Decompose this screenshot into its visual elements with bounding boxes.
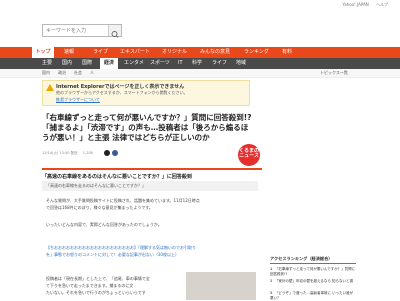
comment-count[interactable]: 1,208 <box>83 151 93 155</box>
top-bar: Yahoo! JAPAN ヘルプ <box>0 0 400 14</box>
header-links: Yahoo! JAPAN ヘルプ <box>336 2 388 8</box>
publish-date: 11/14(火) 13:40 配信 <box>42 151 78 155</box>
ie-notice-desc: 他のブラウザーからアクセスするか、スマートフォンから閲覧ください。 <box>56 90 188 95</box>
paragraph-2: で回答は168件にのぼり、様々な意見が集まったようです。 <box>46 205 153 210</box>
snav-item-local[interactable]: 地域 <box>236 58 246 69</box>
tnav-topics-link[interactable]: トピックス一覧 <box>320 70 348 76</box>
ie-notice-link[interactable]: 推奨ブラウザーについて <box>56 97 100 103</box>
tnav-item-1[interactable]: 国内 <box>42 70 50 76</box>
ranking-item[interactable]: 1 「右車線ずっと走って何が悪いんですか？」質問に回答殺到!? <box>270 267 356 277</box>
article-title: 「右車線ずっと走って何が悪いんですか？」質問に回答殺到!?「捕まるよ」「渋滞です… <box>42 113 252 142</box>
gnav-item-breaking[interactable]: 速報 <box>64 47 74 58</box>
paragraph-4: 投稿者は「現在長期」とした上で、「追尾、車の事情で全 <box>46 276 150 281</box>
gnav-item-expert[interactable]: エキスパート <box>120 47 150 58</box>
article-image[interactable] <box>186 272 256 300</box>
quote-box: 「高速の右車線を走るのはそんなに悪いことですか？」 <box>42 181 258 191</box>
snav-item-life[interactable]: ライフ <box>212 58 227 69</box>
paragraph-3: いったいどんな内容で、実際どんな回答があったのでしょうか。 <box>46 222 162 227</box>
gnav-item-ranking[interactable]: ランキング <box>244 47 269 58</box>
ie-notice: Internet Explorerではページを正しく表示できません 他のブラウザ… <box>42 80 250 106</box>
tnav-item-4[interactable]: 人 <box>90 70 94 76</box>
publisher-logo-text: くるまの ニュース <box>239 148 259 159</box>
publisher-logo[interactable]: くるまの ニュース <box>238 144 260 166</box>
paragraph-6: たいない。それを急いで行うのがちょっといらいらです <box>46 290 146 295</box>
ranking-item[interactable]: 2 「家計の壁」年収の壁を超えるなら 知らないと損 <box>270 279 356 284</box>
header-link-yahoo[interactable]: Yahoo! JAPAN <box>342 2 368 7</box>
snav-item-entertainment[interactable]: エンタメ <box>124 58 144 69</box>
gnav-item-original[interactable]: オリジナル <box>162 47 187 58</box>
search-box <box>42 24 122 38</box>
gnav-item-top[interactable]: トップ <box>32 47 54 58</box>
gnav-item-live[interactable]: ライブ <box>93 47 108 58</box>
snav-item-domestic[interactable]: 国内 <box>62 58 72 69</box>
gnav-item-paid[interactable]: 有料 <box>282 47 292 58</box>
snav-item-international[interactable]: 国際 <box>82 58 92 69</box>
section-heading: 「高速の右車線をあるのはそんなに悪いことですか？」に回答殺到 <box>42 168 262 180</box>
search-icon <box>111 31 119 38</box>
ranking-heading: アクセスランキング（経済総合） <box>270 256 356 264</box>
snav-item-sports[interactable]: スポーツ <box>150 58 170 69</box>
category-nav: 主要 国内 国際 経済 エンタメ スポーツ IT 科学 ライフ 地域 <box>0 58 400 69</box>
snav-item-it[interactable]: IT <box>178 58 183 69</box>
paragraph-5: て下りを急いで走ったまできます。捕まるのに文 <box>46 283 134 288</box>
snav-item-economy[interactable]: 経済 <box>100 58 118 69</box>
paragraph-1: そんな質問が、大手質問投稿サイトに投稿され、話題を集めています。11月12日時点 <box>46 198 200 203</box>
tnav-item-3[interactable]: 社会 <box>74 70 82 76</box>
global-nav: トップ 速報 ライブ エキスパート オリジナル みんなの意見 ランキング 有料 <box>0 47 400 58</box>
topic-nav: 国内 政治 社会 人 トピックス一覧 <box>0 69 400 78</box>
gnav-item-opinions[interactable]: みんなの意見 <box>200 47 230 58</box>
warning-icon <box>46 84 54 91</box>
x-share-icon[interactable] <box>104 150 110 156</box>
search-button[interactable] <box>108 25 121 38</box>
article-meta: 11/14(火) 13:40 配信 1,208 <box>42 151 93 156</box>
snav-item-science[interactable]: 科学 <box>192 58 202 69</box>
tnav-item-2[interactable]: 政治 <box>58 70 66 76</box>
snav-item-main[interactable]: 主要 <box>42 58 52 69</box>
ie-notice-title: Internet Explorerではページを正しく表示できません <box>56 84 185 90</box>
search-input[interactable] <box>43 25 110 36</box>
related-link[interactable]: 【ちおおおおおおおおおおおおおおおおおおおお】「理解する気は無いのでお引取り <box>46 245 196 251</box>
header-link-help[interactable]: ヘルプ <box>376 2 388 7</box>
related-link-2[interactable]: を」事態でお怒りのコメントに対して！必要な記事が出ない（30枚以上） <box>46 252 179 258</box>
facebook-share-icon[interactable] <box>112 150 118 156</box>
